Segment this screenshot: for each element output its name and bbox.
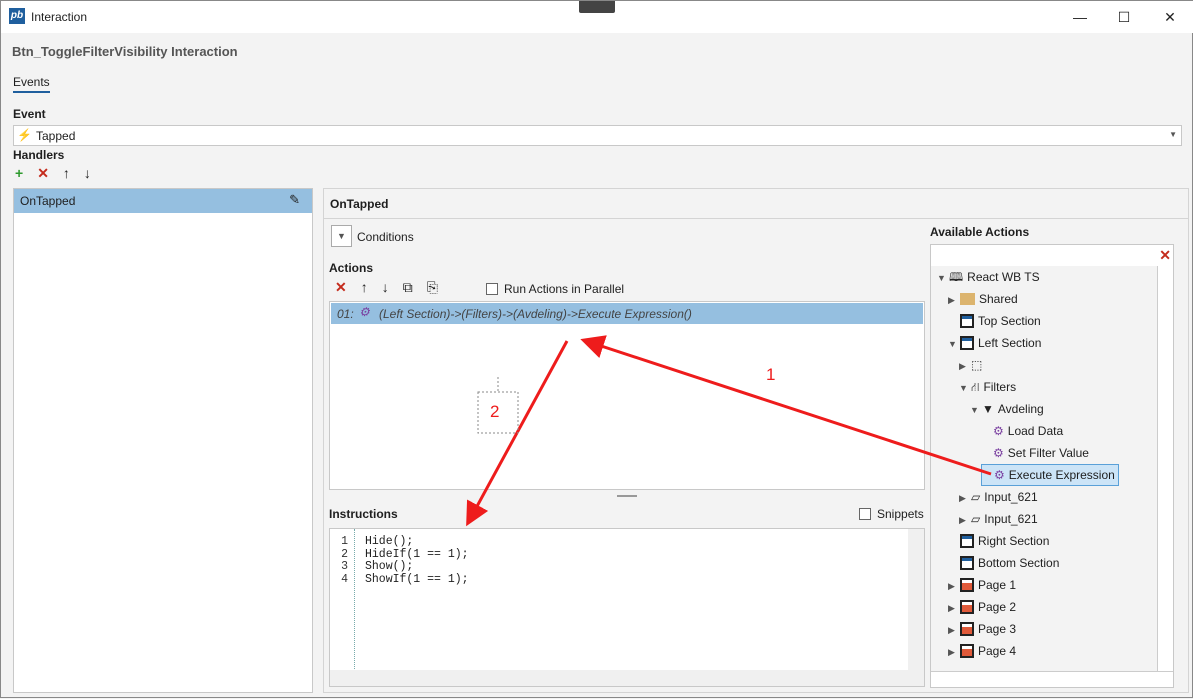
annotation-label-1: 1: [766, 365, 776, 384]
annotation-arrow-1: [580, 335, 992, 476]
annotation-arrow-2: [466, 340, 569, 527]
annotation-overlay: [466, 335, 992, 527]
annotation-label-2: 2: [490, 402, 500, 421]
